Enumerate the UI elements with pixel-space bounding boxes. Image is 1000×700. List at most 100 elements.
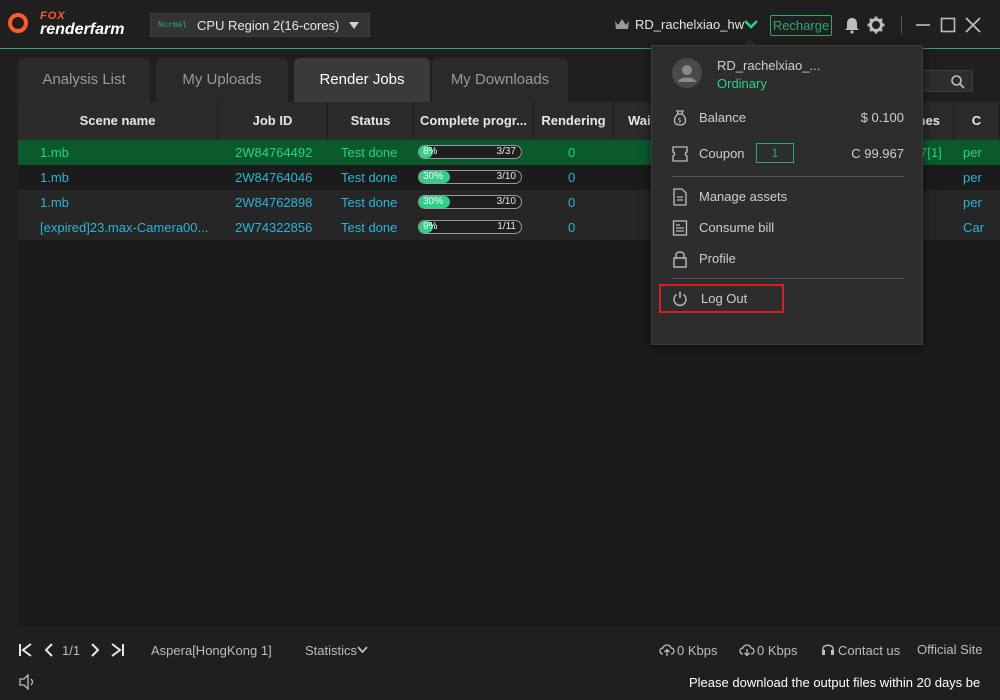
document-icon [673,188,687,206]
extra-value: per [963,195,982,210]
avatar [672,58,702,88]
region-badge: Normal [158,20,187,29]
progress-bar: 30% 3/10 [418,170,522,184]
profile-item[interactable]: Profile [672,248,904,270]
scene-name[interactable]: 1.mb [40,165,69,190]
first-page-icon[interactable] [18,642,34,658]
recharge-button[interactable]: Recharge [770,15,832,36]
job-id[interactable]: 2W84764492 [235,140,312,165]
search-icon[interactable] [950,74,966,90]
job-status: Test done [341,145,398,160]
chevron-down-icon [744,20,758,29]
speaker-icon[interactable] [18,674,36,690]
job-status: Test done [341,220,398,235]
separator [901,16,902,34]
col-status[interactable]: Status [328,102,414,140]
notice-text: Please download the output files within … [689,675,981,690]
user-dropdown-menu: RD_rachelxiao_... Ordinary $ Balance $ 0… [651,45,923,345]
cloud-upload-icon [659,644,675,656]
progress-bar: 30% 3/10 [418,195,522,209]
job-id[interactable]: 2W84764046 [235,165,312,190]
coupon-icon [672,146,688,162]
col-extra[interactable]: C [954,102,1000,140]
progress-percent: 9% [423,221,438,232]
headset-icon [822,644,834,655]
download-speed: 0 Kbps [757,643,798,658]
next-page-icon[interactable] [88,642,102,658]
extra-value: per [963,145,982,160]
rendering-count: 0 [568,145,576,160]
separator [672,176,904,177]
logout-label: Log Out [701,291,748,306]
coupon-value: C 99.967 [851,146,904,161]
job-status: Test done [341,170,398,185]
svg-text:$: $ [678,117,682,125]
tab-analysis-list[interactable]: Analysis List [18,58,150,102]
contact-us-link[interactable]: Contact us [838,643,900,658]
coupon-label: Coupon [699,146,745,161]
scene-name[interactable]: 1.mb [40,140,69,165]
progress-bar: 9% 1/11 [418,220,522,234]
tab-my-uploads[interactable]: My Uploads [156,58,288,102]
upload-speed: 0 Kbps [677,643,718,658]
separator [672,278,904,279]
job-id[interactable]: 2W74322856 [235,215,312,240]
logo-ring-icon [8,13,28,33]
bell-icon[interactable] [843,16,861,34]
scene-name[interactable]: [expired]23.max-Camera00... [40,215,212,240]
tab-my-downloads[interactable]: My Downloads [432,58,568,102]
bill-icon [672,220,688,236]
progress-fraction: 3/10 [496,171,516,182]
col-scene-name[interactable]: Scene name [18,102,218,140]
consume-bill-label: Consume bill [699,220,775,235]
rendering-count: 0 [568,170,576,185]
progress-percent: 30% [423,196,444,207]
region-select[interactable]: Normal CPU Region 2(16-cores) [150,13,370,37]
top-bar: FOX renderfarm Normal CPU Region 2(16-co… [0,0,1000,49]
gear-icon[interactable] [867,16,885,34]
tab-render-jobs[interactable]: Render Jobs [294,58,430,102]
official-site-link[interactable]: Official Site [917,642,983,657]
page-indicator: 1/1 [62,643,81,658]
progress-bar: 8% 3/37 [418,145,522,159]
money-bag-icon: $ [673,110,687,126]
cloud-download-icon [739,644,755,657]
col-complete-progress[interactable]: Complete progr... [414,102,534,140]
progress-percent: 8% [423,146,438,157]
balance-label: Balance [699,110,746,125]
dropdown-username: RD_rachelxiao_... [717,58,821,73]
scene-name[interactable]: 1.mb [40,190,69,215]
col-waiting[interactable]: Wai [614,102,654,140]
crown-icon [615,19,629,29]
extra-value: per [963,170,982,185]
manage-assets-label: Manage assets [699,189,788,204]
user-avatar-icon [678,65,696,82]
close-icon[interactable] [964,16,982,34]
status-bar: 1/1 Aspera[HongKong 1] Statistics 0 Kbps… [0,627,1000,700]
lock-icon [673,251,687,268]
coupon-count-button[interactable]: 1 [756,143,794,163]
profile-label: Profile [699,251,736,266]
rendering-count: 0 [568,220,576,235]
chevron-down-icon [357,646,368,654]
progress-fraction: 1/11 [497,221,516,232]
statistics-menu[interactable]: Statistics [305,643,357,658]
caret-down-icon [349,22,359,29]
col-job-id[interactable]: Job ID [218,102,328,140]
frames-value: 7[1] [920,145,942,160]
aspera-server[interactable]: Aspera[HongKong 1] [151,643,272,658]
maximize-icon[interactable] [939,16,957,34]
logout-button[interactable]: Log Out [672,288,904,310]
col-rendering[interactable]: Rendering [534,102,614,140]
logo-renderfarm-text: renderfarm [40,21,125,38]
power-icon [673,291,687,306]
prev-page-icon[interactable] [42,642,56,658]
last-page-icon[interactable] [109,642,125,658]
job-id[interactable]: 2W84762898 [235,190,312,215]
progress-fraction: 3/10 [496,196,516,207]
rendering-count: 0 [568,195,576,210]
progress-percent: 30% [423,171,444,182]
manage-assets-item[interactable]: Manage assets [672,186,904,208]
minimize-icon[interactable] [914,16,932,34]
consume-bill-item[interactable]: Consume bill [672,217,904,239]
